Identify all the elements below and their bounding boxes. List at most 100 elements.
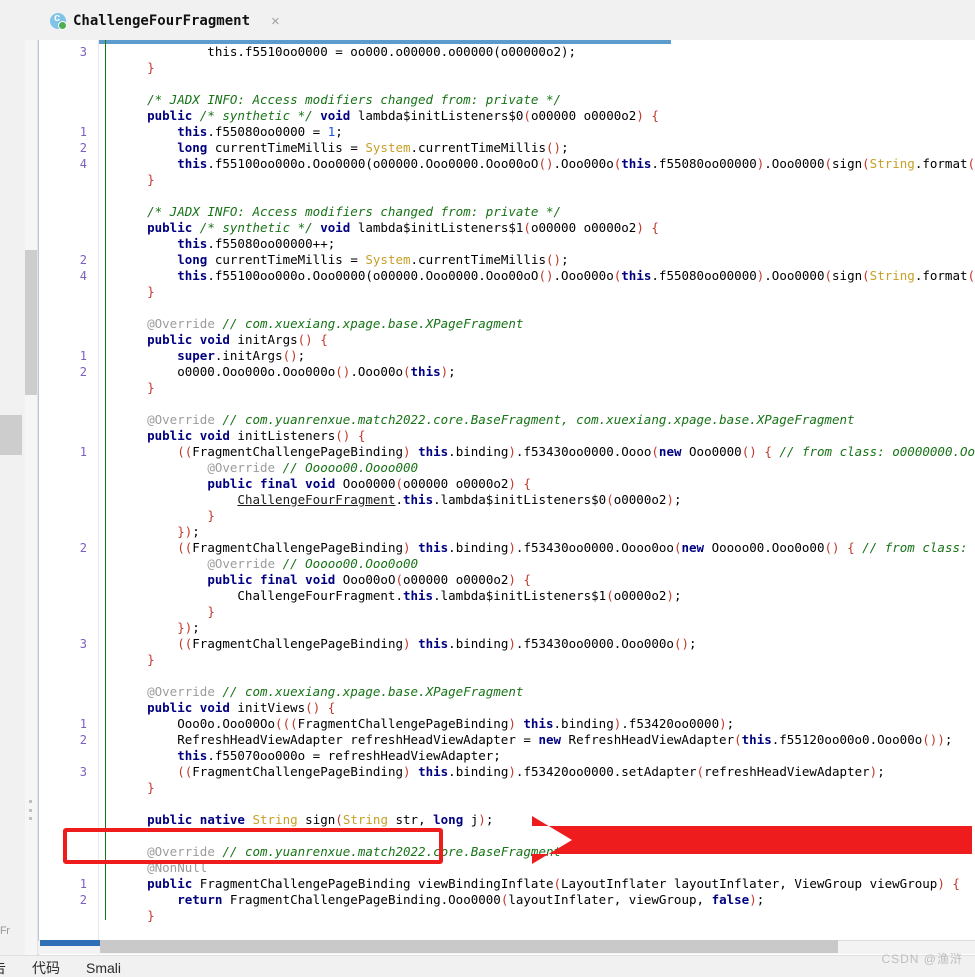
code-token: { [651, 220, 659, 235]
code-line[interactable]: 3 ((FragmentChallengePageBinding) this.b… [39, 764, 975, 780]
code-line-text: @NonNull [117, 860, 207, 876]
code-line[interactable]: public /* synthetic */ void lambda$initL… [39, 108, 975, 124]
code-token: ; [756, 892, 765, 907]
code-token: ) [403, 444, 411, 459]
code-line[interactable]: 1 this.f55080oo0000 = 1; [39, 124, 975, 140]
code-line[interactable]: /* JADX INFO: Access modifiers changed f… [39, 92, 975, 108]
code-line[interactable]: public native String sign(String str, lo… [39, 812, 975, 828]
code-token: () [824, 540, 840, 555]
code-line[interactable]: 2 return FragmentChallengePageBinding.Oo… [39, 892, 975, 908]
code-line-text: ((FragmentChallengePageBinding) this.bin… [117, 540, 975, 556]
bottom-tab-2[interactable]: Smali [86, 960, 121, 976]
code-line[interactable]: 2 o0000.Ooo000o.Ooo000o().Ooo00o(this); [39, 364, 975, 380]
code-line[interactable]: @Override // com.xuexiang.xpage.base.XPa… [39, 684, 975, 700]
splitter-dots-handle[interactable] [29, 800, 33, 820]
code-line[interactable]: } [39, 604, 975, 620]
code-line[interactable]: }); [39, 524, 975, 540]
code-line[interactable] [39, 924, 975, 940]
code-token: new [681, 540, 705, 555]
code-line[interactable]: }); [39, 620, 975, 636]
code-content[interactable]: 3 this.f5510oo0000 = oo000.o00000.o00000… [39, 44, 975, 955]
code-token: () [741, 444, 757, 459]
code-line[interactable]: @Override // com.yuanrenxue.match2022.co… [39, 844, 975, 860]
code-line[interactable]: 3 ((FragmentChallengePageBinding) this.b… [39, 636, 975, 652]
code-line[interactable]: 1 public FragmentChallengePageBinding vi… [39, 876, 975, 892]
code-line[interactable]: public final void Ooo00oO(o00000 o0000o2… [39, 572, 975, 588]
code-line[interactable]: } [39, 780, 975, 796]
code-line-text: @Override // Ooooo00.Oooo000 [117, 460, 418, 476]
code-line[interactable]: ChallengeFourFragment.this.lambda$initLi… [39, 588, 975, 604]
code-token: @Override [147, 316, 215, 331]
code-line[interactable] [39, 188, 975, 204]
code-token: this [418, 444, 449, 459]
code-line[interactable]: this.f55070oo000o = refreshHeadViewAdapt… [39, 748, 975, 764]
outer-scrollbar-secondary-thumb[interactable] [0, 415, 22, 455]
code-line[interactable]: public final void Ooo0000(o00000 o0000o2… [39, 476, 975, 492]
code-line[interactable]: 4 this.f55100oo000o.Ooo0000(o00000.Ooo00… [39, 156, 975, 172]
code-line[interactable]: @Override // Ooooo00.Ooo0o00 [39, 556, 975, 572]
code-line[interactable]: ChallengeFourFragment.this.lambda$initLi… [39, 492, 975, 508]
code-line-text: } [117, 60, 155, 76]
bottom-tab-0[interactable]: 告 [0, 958, 6, 977]
code-line[interactable]: 2 long currentTimeMillis = System.curren… [39, 252, 975, 268]
code-line[interactable]: } [39, 284, 975, 300]
code-editor[interactable]: 3 this.f5510oo0000 = oo000.o00000.o00000… [38, 40, 975, 955]
code-token: initArgs [229, 332, 298, 347]
code-token: () [335, 428, 351, 443]
code-line[interactable]: @Override // com.xuexiang.xpage.base.XPa… [39, 316, 975, 332]
code-line-text: ((FragmentChallengePageBinding) this.bin… [117, 764, 885, 780]
horizontal-scrollbar-thumb[interactable] [100, 940, 838, 953]
bottom-tab-1[interactable]: 代码 [32, 958, 60, 977]
editor-tab-challengefourfragment[interactable]: ChallengeFourFragment × [42, 6, 288, 36]
code-token: .binding [448, 764, 509, 779]
code-line[interactable]: 1 ((FragmentChallengePageBinding) this.b… [39, 444, 975, 460]
code-line[interactable] [39, 668, 975, 684]
code-line[interactable]: 4 this.f55100oo000o.Ooo0000(o00000.Ooo00… [39, 268, 975, 284]
code-line[interactable] [39, 796, 975, 812]
code-line[interactable]: 1 Ooo0o.Ooo00Oo(((FragmentChallengePageB… [39, 716, 975, 732]
code-token: void [320, 108, 351, 123]
code-line-text: super.initArgs(); [117, 348, 305, 364]
code-token: super [177, 348, 215, 363]
code-line[interactable] [39, 396, 975, 412]
code-token: o00000 o0000o2 [530, 108, 637, 123]
code-line[interactable]: } [39, 172, 975, 188]
code-line[interactable]: 3 this.f5510oo0000 = oo000.o00000.o00000… [39, 44, 975, 60]
code-line[interactable] [39, 76, 975, 92]
code-line[interactable]: @Override // com.yuanrenxue.match2022.co… [39, 412, 975, 428]
code-line[interactable]: } [39, 380, 975, 396]
code-line[interactable]: 1 super.initArgs(); [39, 348, 975, 364]
code-line[interactable]: @Override // Ooooo00.Oooo000 [39, 460, 975, 476]
code-line[interactable]: } [39, 508, 975, 524]
code-token: @NonNull [147, 860, 208, 875]
code-line[interactable]: 2 long currentTimeMillis = System.curren… [39, 140, 975, 156]
code-line[interactable]: 2 RefreshHeadViewAdapter refreshHeadView… [39, 732, 975, 748]
code-line[interactable]: public void initArgs() { [39, 332, 975, 348]
code-line[interactable]: /* JADX INFO: Access modifiers changed f… [39, 204, 975, 220]
code-line[interactable]: public void initViews() { [39, 700, 975, 716]
code-line[interactable]: } [39, 908, 975, 924]
close-icon[interactable]: × [271, 14, 280, 29]
code-line[interactable] [39, 300, 975, 316]
outer-vertical-scrollbar-thumb[interactable] [25, 250, 37, 395]
code-line[interactable]: } [39, 60, 975, 76]
code-line[interactable]: @NonNull [39, 860, 975, 876]
code-line[interactable]: public void initListeners() { [39, 428, 975, 444]
code-token: this [741, 732, 772, 747]
code-token: /* JADX INFO: Access modifiers changed f… [147, 92, 562, 107]
code-token: ; [877, 764, 885, 779]
code-line[interactable] [39, 828, 975, 844]
code-token: .f55120oo00o0.Ooo00o [771, 732, 923, 747]
code-line[interactable]: public /* synthetic */ void lambda$initL… [39, 220, 975, 236]
code-line[interactable]: this.f55080oo00000++; [39, 236, 975, 252]
code-line[interactable]: } [39, 652, 975, 668]
code-token: public [147, 108, 193, 123]
code-line[interactable]: 2 ((FragmentChallengePageBinding) this.b… [39, 540, 975, 556]
